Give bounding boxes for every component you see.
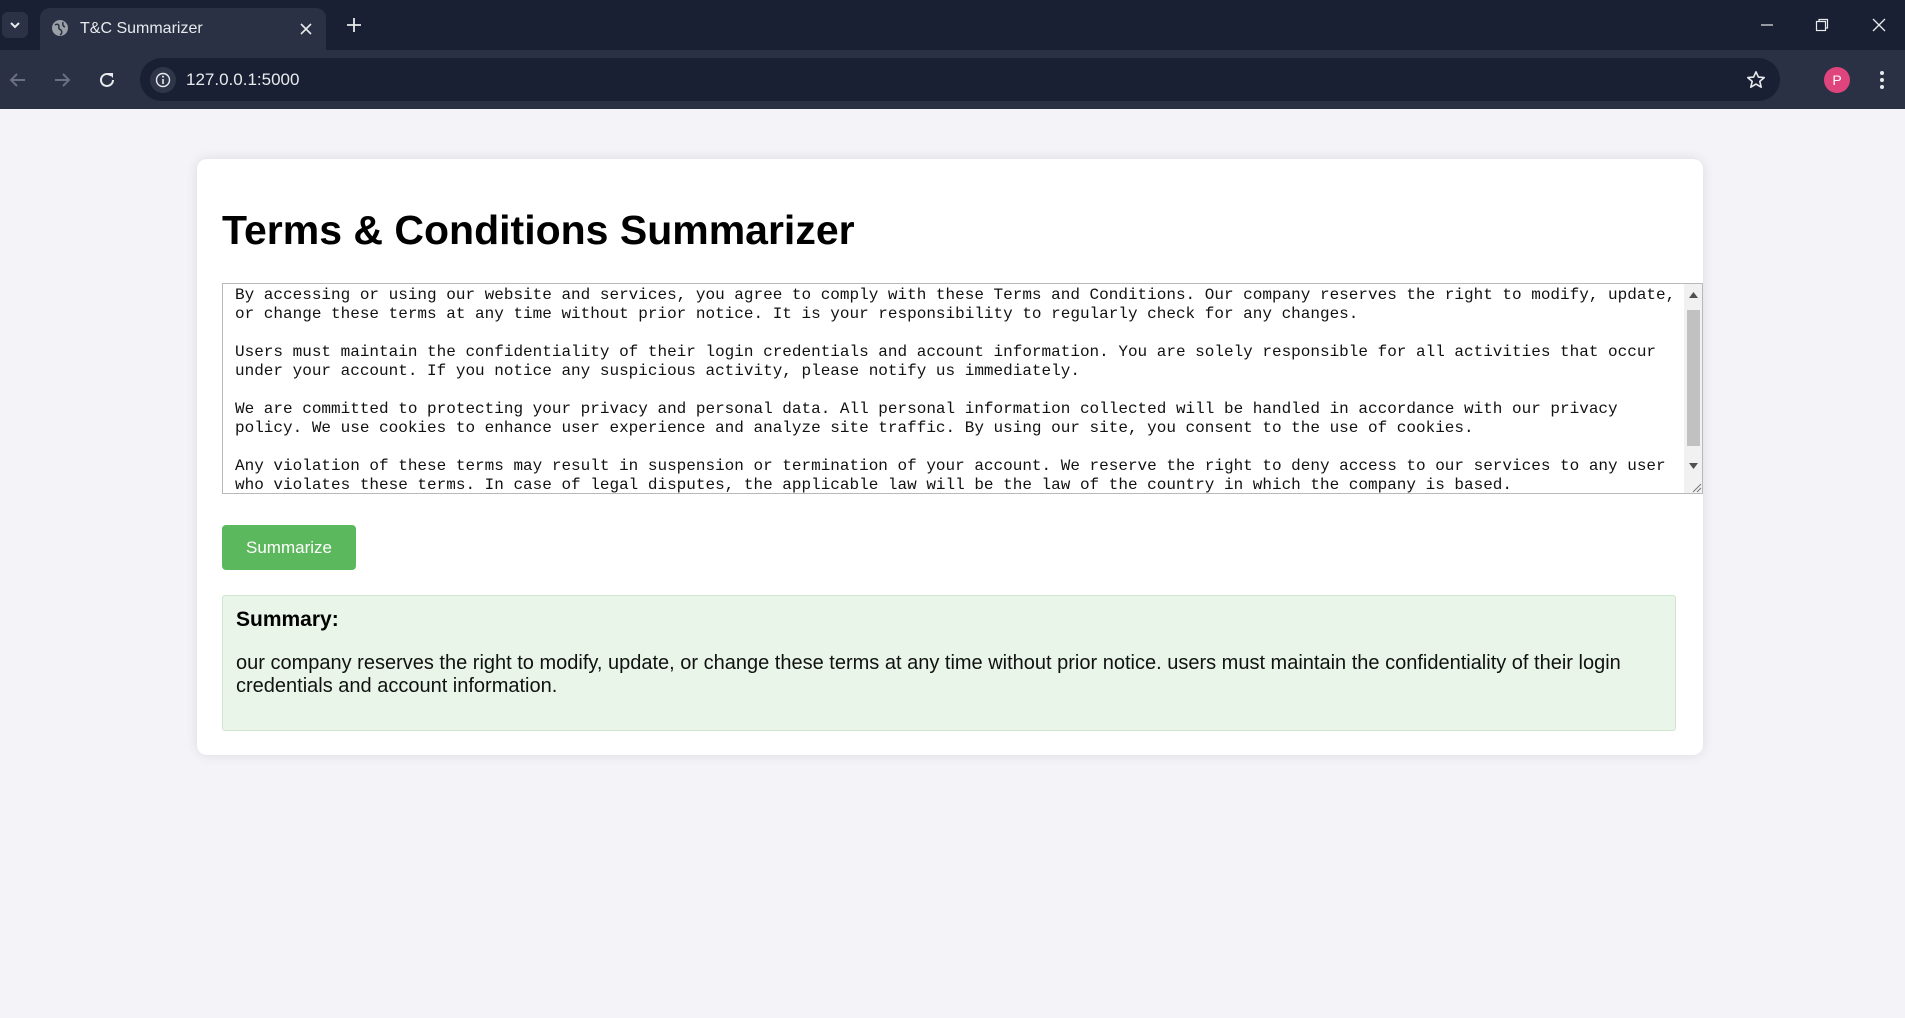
- browser-tab-strip: T&C Summarizer: [0, 0, 1905, 50]
- reload-button[interactable]: [92, 65, 122, 95]
- scroll-thumb[interactable]: [1687, 310, 1700, 446]
- url-text[interactable]: 127.0.0.1:5000: [186, 70, 299, 90]
- browser-toolbar: 127.0.0.1:5000 P: [0, 50, 1905, 109]
- summary-text: our company reserves the right to modify…: [236, 652, 1621, 697]
- bookmark-star-icon: [1747, 71, 1765, 88]
- tab-close-button[interactable]: [296, 19, 316, 39]
- plus-icon: [347, 18, 361, 32]
- tab-search-button[interactable]: [2, 12, 28, 38]
- back-arrow-icon: [9, 73, 25, 87]
- profile-avatar[interactable]: P: [1824, 67, 1850, 93]
- window-close-button[interactable]: [1866, 12, 1892, 38]
- site-info-icon: [155, 72, 171, 88]
- summary-heading: Summary:: [236, 608, 339, 631]
- chevron-down-icon: [10, 22, 20, 29]
- forward-button[interactable]: [47, 65, 77, 95]
- restore-icon: [1815, 18, 1829, 32]
- window-close-icon: [1872, 18, 1886, 32]
- scroll-down-arrow[interactable]: [1684, 457, 1702, 475]
- tab-title: T&C Summarizer: [80, 20, 203, 37]
- terms-text[interactable]: By accessing or using our website and se…: [235, 286, 1680, 493]
- summary-panel: Summary: our company reserves the right …: [222, 595, 1676, 731]
- reload-icon: [100, 72, 114, 87]
- bookmark-button[interactable]: [1744, 68, 1768, 92]
- browser-menu-button[interactable]: [1872, 67, 1892, 93]
- triangle-down-icon: [1688, 463, 1698, 469]
- kebab-menu-icon: [1880, 71, 1884, 89]
- close-icon: [300, 23, 312, 35]
- new-tab-button[interactable]: [342, 13, 366, 37]
- address-bar[interactable]: 127.0.0.1:5000: [140, 58, 1780, 101]
- minimize-icon: [1761, 24, 1773, 26]
- restore-button[interactable]: [1809, 12, 1835, 38]
- minimize-button[interactable]: [1754, 12, 1780, 38]
- summarize-button[interactable]: Summarize: [222, 525, 356, 570]
- resize-grip-icon[interactable]: [1688, 479, 1702, 493]
- summarizer-card: Terms & Conditions Summarizer By accessi…: [197, 159, 1703, 755]
- page-title: Terms & Conditions Summarizer: [222, 207, 855, 253]
- terms-textarea[interactable]: By accessing or using our website and se…: [222, 283, 1703, 494]
- browser-tab-active[interactable]: T&C Summarizer: [40, 8, 326, 50]
- triangle-up-icon: [1688, 292, 1698, 298]
- scroll-up-arrow[interactable]: [1684, 286, 1702, 304]
- textarea-scrollbar[interactable]: [1684, 284, 1702, 493]
- forward-arrow-icon: [55, 73, 71, 87]
- site-info-button[interactable]: [150, 67, 176, 93]
- globe-icon: [52, 20, 68, 36]
- back-button[interactable]: [3, 65, 33, 95]
